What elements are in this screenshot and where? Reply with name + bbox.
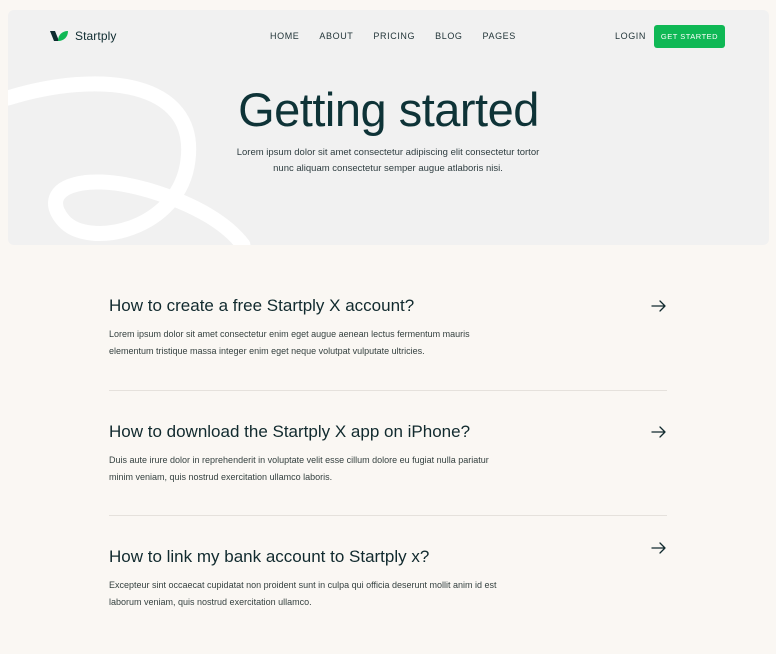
brand-name: Startply (75, 29, 117, 43)
main-nav: HOME ABOUT PRICING BLOG PAGES (270, 31, 536, 41)
brand-logo[interactable]: Startply (49, 29, 116, 43)
faq-answer: Duis aute irure dolor in reprehenderit i… (109, 455, 489, 482)
nav-item-pricing[interactable]: PRICING (373, 31, 415, 41)
faq-question[interactable]: How to create a free Startply X account? (109, 296, 667, 316)
faq-question[interactable]: How to download the Startply X app on iP… (109, 422, 667, 442)
faq-question[interactable]: How to link my bank account to Startply … (109, 547, 667, 567)
divider (109, 390, 667, 391)
arrow-right-icon[interactable] (651, 424, 667, 440)
arrow-right-icon[interactable] (651, 540, 667, 556)
login-link[interactable]: LOGIN (615, 31, 646, 41)
faq-answer: Excepteur sint occaecat cupidatat non pr… (109, 580, 497, 607)
faq-item[interactable]: How to create a free Startply X account?… (109, 296, 667, 359)
nav-item-blog[interactable]: BLOG (435, 31, 462, 41)
faq-answer: Lorem ipsum dolor sit amet consectetur e… (109, 329, 470, 356)
startply-logo-icon (50, 31, 68, 41)
nav-item-home[interactable]: HOME (270, 31, 299, 41)
page-subtitle: Lorem ipsum dolor sit amet consectetur a… (236, 147, 540, 174)
faq-item[interactable]: How to link my bank account to Startply … (109, 542, 667, 610)
arrow-right-icon[interactable] (651, 298, 667, 314)
divider (109, 515, 667, 516)
faq-item[interactable]: How to download the Startply X app on iP… (109, 422, 667, 485)
get-started-button[interactable]: GET STARTED (654, 25, 725, 48)
page-title: Getting started (238, 83, 539, 136)
hero-section: Startply HOME ABOUT PRICING BLOG PAGES L… (8, 10, 769, 245)
nav-item-about[interactable]: ABOUT (319, 31, 353, 41)
nav-item-pages[interactable]: PAGES (483, 31, 516, 41)
